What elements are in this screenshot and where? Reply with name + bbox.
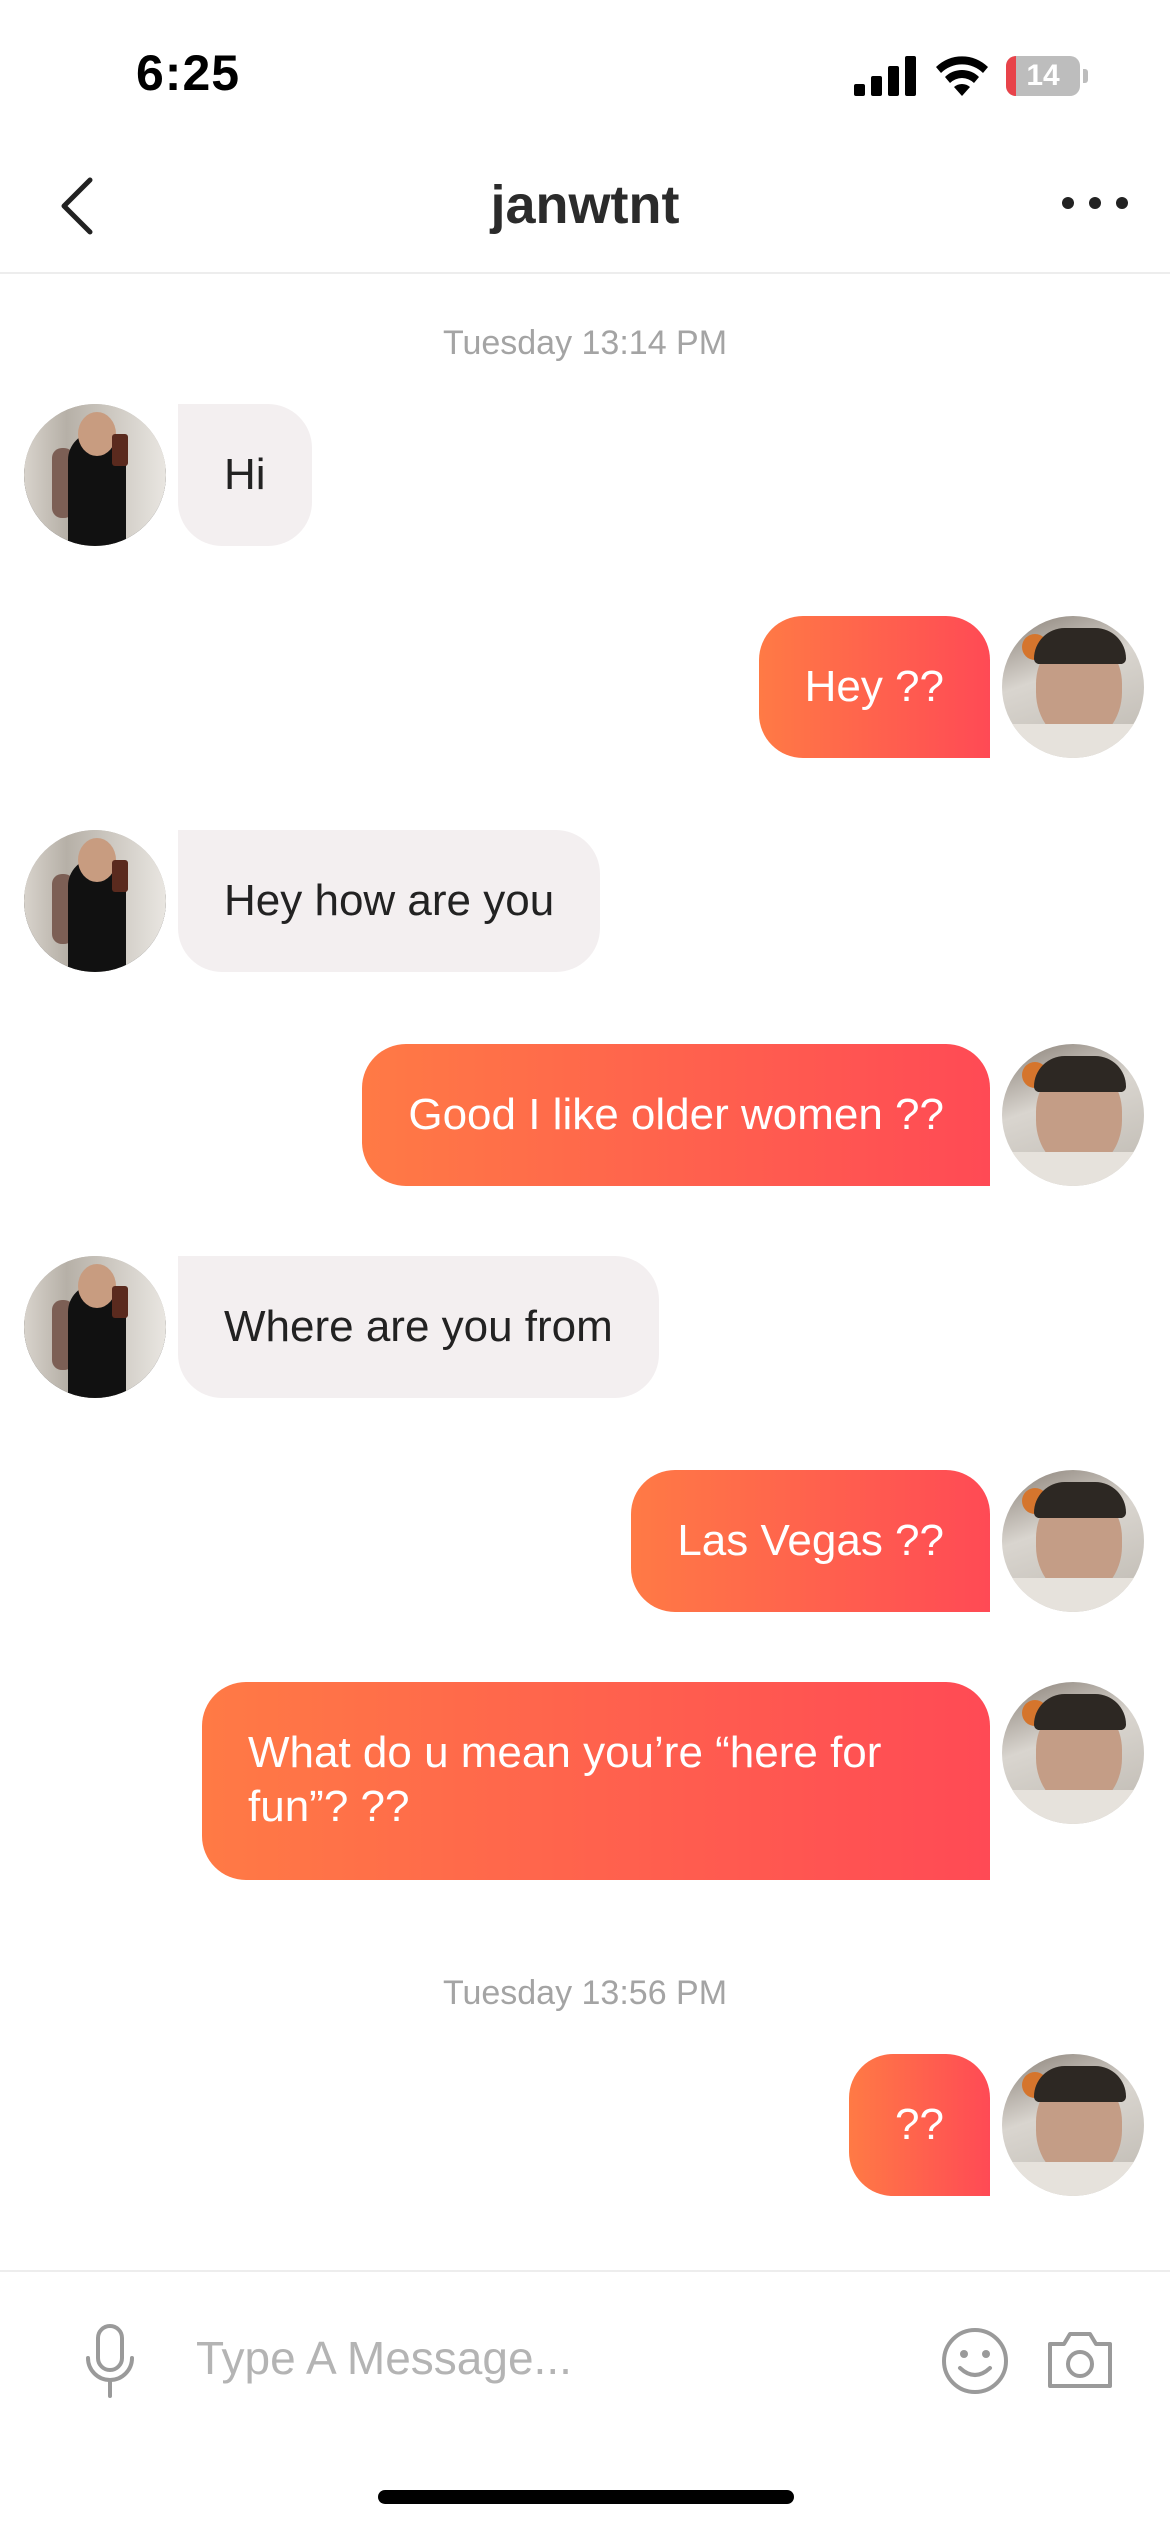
chat-title: janwtnt xyxy=(490,175,680,235)
battery-indicator: 14 xyxy=(1006,56,1088,96)
outgoing-message[interactable]: Las Vegas ?? xyxy=(631,1470,990,1612)
battery-level: 14 xyxy=(1026,59,1060,92)
user-avatar[interactable] xyxy=(1002,2054,1144,2196)
message-composer xyxy=(0,2270,1170,2532)
microphone-icon[interactable] xyxy=(80,2322,140,2402)
more-options-icon[interactable] xyxy=(1060,188,1130,218)
battery-cap xyxy=(1083,69,1088,83)
chat-screen: 6:25 14 janwtnt Tuesday 13:14 PM Hi Hey … xyxy=(0,0,1170,2532)
message-list[interactable]: Tuesday 13:14 PM Hi Hey ?? Hey how are y… xyxy=(0,274,1170,2269)
contact-avatar[interactable] xyxy=(24,1256,166,1398)
user-avatar[interactable] xyxy=(1002,616,1144,758)
camera-icon[interactable] xyxy=(1044,2326,1116,2392)
cellular-signal-icon xyxy=(854,56,916,96)
back-chevron-icon[interactable] xyxy=(50,174,110,238)
user-avatar[interactable] xyxy=(1002,1682,1144,1824)
incoming-message[interactable]: Where are you from xyxy=(178,1256,659,1398)
contact-avatar[interactable] xyxy=(24,404,166,546)
message-input[interactable] xyxy=(196,2318,896,2398)
incoming-message[interactable]: Hi xyxy=(178,404,312,546)
outgoing-message[interactable]: ?? xyxy=(849,2054,990,2196)
user-avatar[interactable] xyxy=(1002,1470,1144,1612)
user-avatar[interactable] xyxy=(1002,1044,1144,1186)
outgoing-message[interactable]: Hey ?? xyxy=(758,616,990,758)
timestamp: Tuesday 13:56 PM xyxy=(442,1974,728,2012)
status-bar: 6:25 14 xyxy=(0,0,1170,140)
timestamp: Tuesday 13:14 PM xyxy=(442,324,728,362)
outgoing-message[interactable]: Good I like older women ?? xyxy=(362,1044,990,1186)
status-time: 6:25 xyxy=(136,45,241,101)
outgoing-message[interactable]: What do u mean you’re “here for fun”? ?? xyxy=(202,1682,990,1880)
contact-avatar[interactable] xyxy=(24,830,166,972)
chat-header: janwtnt xyxy=(0,140,1170,274)
incoming-message[interactable]: Hey how are you xyxy=(178,830,601,972)
home-indicator xyxy=(378,2490,794,2504)
smiley-icon[interactable] xyxy=(940,2326,1010,2396)
wifi-icon xyxy=(936,56,988,96)
